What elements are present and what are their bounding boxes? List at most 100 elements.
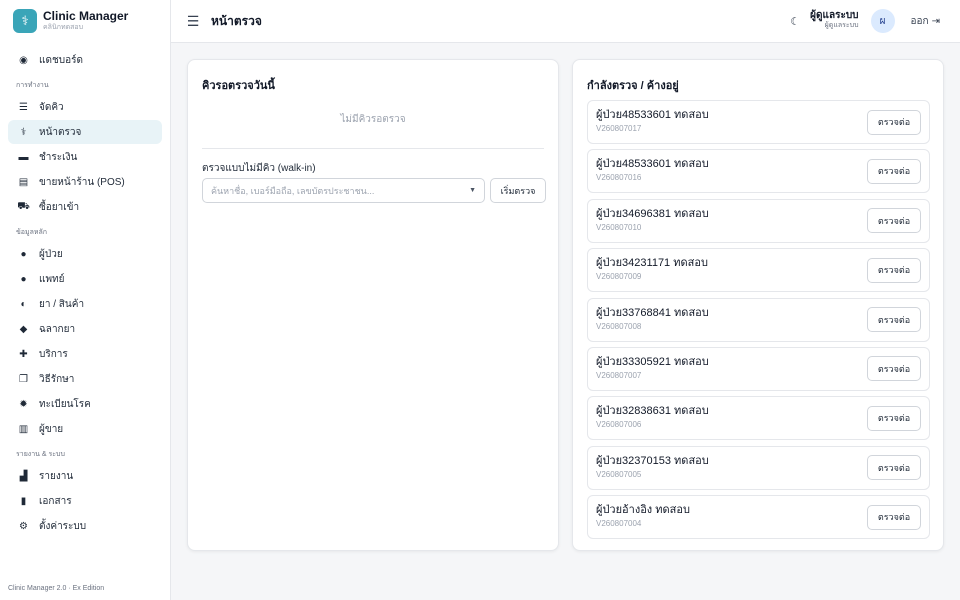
nav-section-master: ข้อมูลหลัก [16,229,48,236]
in-progress-title: กำลังตรวจ / ค้างอยู่ [587,80,679,92]
continue-exam-button[interactable]: ตรวจต่อ [867,109,921,135]
cash-register-icon: ▤ [18,176,29,188]
list-item: ผู้ป่วย34696381 ทดสอบ V260807010 ตรวจต่อ [587,198,930,243]
visit-number: V260807009 [596,272,642,282]
waiting-queue-card: คิวรอตรวจวันนี้ ไม่มีคิวรอตรวจ ตรวจแบบไม… [187,59,559,551]
sidebar-item-reports[interactable]: ▟ รายงาน [8,464,162,488]
patient-name: ผู้ป่วย32838631 ทดสอบ [596,405,709,418]
continue-exam-button[interactable]: ตรวจต่อ [867,405,921,431]
version-label: Clinic Manager 2.0 · Ex Edition [8,585,105,592]
sidebar-item-diseases[interactable]: ✹ ทะเบียนโรค [8,392,162,416]
sidebar-item-vendors[interactable]: ▥ ผู้ขาย [8,417,162,441]
sidebar-item-services[interactable]: ✚ บริการ [8,342,162,366]
hamburger-menu-icon[interactable]: ☰ [185,13,201,30]
sidebar-item-label: ฉลากยา [39,323,76,335]
sidebar-item-examination[interactable]: ⚕ หน้าตรวจ [8,120,162,144]
sidebar-item-purchase[interactable]: ⛟ ซื้อยาเข้า [8,195,162,219]
list-item: ผู้ป่วยอ้างอิง ทดสอบ V260807004 ตรวจต่อ [587,495,930,540]
patient-name: ผู้ป่วย34231171 ทดสอบ [596,257,708,270]
sidebar-item-label: ผู้ขาย [39,423,64,435]
in-progress-card: กำลังตรวจ / ค้างอยู่ ผู้ป่วย48533601 ทดส… [572,59,944,551]
sidebar-item-label: บริการ [39,348,68,360]
doctor-icon: ● [20,273,27,285]
chart-icon: ▟ [19,470,28,482]
visit-number: V260807016 [596,173,642,183]
truck-icon: ⛟ [17,200,30,212]
sidebar-item-doctors[interactable]: ● แพทย์ [8,267,162,291]
sidebar: ⚕ Clinic Manager คลินิกทดสอบ ◉ แดชบอร์ด … [0,0,171,600]
building-icon: ▥ [18,423,29,435]
clinic-logo-icon: ⚕ [13,9,37,33]
sidebar-item-label: แพทย์ [39,273,65,285]
empty-queue-message: ไม่มีคิวรอตรวจ [340,114,406,125]
document-icon: ▮ [20,495,27,507]
sidebar-item-dashboard[interactable]: ◉ แดชบอร์ด [8,48,162,72]
patient-search-select[interactable]: ค้นหาชื่อ, เบอร์มือถือ, เลขบัตรประชาชน..… [202,178,485,203]
credit-card-icon: ▬ [18,151,29,163]
visit-number: V260807004 [596,519,642,529]
stethoscope-icon: ⚕ [20,126,27,138]
patient-name: ผู้ป่วย33305921 ทดสอบ [596,355,709,368]
nav-section-report: รายงาน & ระบบ [16,451,65,458]
page-title: หน้าตรวจ [211,13,262,28]
sidebar-item-label: ขายหน้าร้าน (POS) [39,176,125,188]
sidebar-item-label: จัดคิว [39,101,64,113]
continue-exam-button[interactable]: ตรวจต่อ [867,208,921,234]
continue-exam-button[interactable]: ตรวจต่อ [867,307,921,333]
sidebar-item-drugs[interactable]: ◐ ยา / สินค้า [8,292,162,316]
sidebar-item-label: ผู้ป่วย [39,248,63,260]
walkin-label: ตรวจแบบไม่มีคิว (walk-in) [202,163,316,174]
gear-icon: ⚙ [19,520,28,532]
patient-name: ผู้ป่วย34696381 ทดสอบ [596,207,709,220]
continue-exam-button[interactable]: ตรวจต่อ [867,257,921,283]
sidebar-item-treatments[interactable]: ❐ วิธีรักษา [8,367,162,391]
queue-card-title: คิวรอตรวจวันนี้ [202,80,275,92]
continue-exam-button[interactable]: ตรวจต่อ [867,356,921,382]
logout-button[interactable]: ออก ⇥ [911,14,940,29]
sidebar-nav: ◉ แดชบอร์ด การทำงาน ☰ จัดคิว ⚕ หน้าตรวจ … [0,42,170,538]
sidebar-item-patients[interactable]: ● ผู้ป่วย [8,242,162,266]
continue-exam-button[interactable]: ตรวจต่อ [867,158,921,184]
avatar[interactable]: ผ [870,9,895,33]
search-placeholder: ค้นหาชื่อ, เบอร์มือถือ, เลขบัตรประชาชน..… [211,185,375,196]
tag-icon: ◆ [19,323,28,335]
sidebar-item-documents[interactable]: ▮ เอกสาร [8,489,162,513]
user-name: ผู้ดูแลระบบ [810,10,859,21]
patient-name: ผู้ป่วย33768841 ทดสอบ [596,306,709,319]
start-exam-button[interactable]: เริ่มตรวจ [490,178,546,203]
visit-number: V260807017 [596,124,642,133]
in-progress-list: ผู้ป่วย48533601 ทดสอบ V260807017 ตรวจต่อ … [587,100,930,545]
continue-exam-button[interactable]: ตรวจต่อ [867,504,921,530]
sidebar-item-label: ยา / สินค้า [39,298,85,310]
patient-name: ผู้ป่วย32370153 ทดสอบ [596,454,709,467]
virus-icon: ✹ [19,398,28,410]
list-item: ผู้ป่วย48533601 ทดสอบ V260807016 ตรวจต่อ [587,149,930,194]
sidebar-item-queue[interactable]: ☰ จัดคิว [8,95,162,119]
list-item: ผู้ป่วย34231171 ทดสอบ V260807009 ตรวจต่อ [587,248,930,293]
layers-icon: ❐ [19,373,28,385]
top-header: ☰ หน้าตรวจ ☾ ผู้ดูแลระบบ ผู้ดูแลระบบ ผ อ… [171,0,960,43]
sidebar-item-labels[interactable]: ◆ ฉลากยา [8,317,162,341]
patient-name: ผู้ป่วยอ้างอิง ทดสอบ [596,504,690,517]
brand[interactable]: ⚕ Clinic Manager คลินิกทดสอบ [0,0,170,42]
patient-name: ผู้ป่วย48533601 ทดสอบ [596,158,709,171]
dark-mode-toggle-icon[interactable]: ☾ [790,15,800,28]
visit-number: V260807007 [596,370,642,380]
app-title: Clinic Manager [43,9,129,23]
user-role: ผู้ดูแลระบบ [824,22,859,29]
continue-exam-button[interactable]: ตรวจต่อ [867,455,921,481]
list-item: ผู้ป่วย32370153 ทดสอบ V260807005 ตรวจต่อ [587,445,930,490]
dashboard-icon: ◉ [19,54,28,66]
list-item: ผู้ป่วย33305921 ทดสอบ V260807007 ตรวจต่อ [587,346,930,391]
sidebar-item-settings[interactable]: ⚙ ตั้งค่าระบบ [8,514,162,538]
app-subtitle: คลินิกทดสอบ [43,24,84,31]
sidebar-item-pos[interactable]: ▤ ขายหน้าร้าน (POS) [8,170,162,194]
header-actions: ☾ ผู้ดูแลระบบ ผู้ดูแลระบบ ผ ออก ⇥ [790,9,960,33]
sidebar-item-label: ตั้งค่าระบบ [39,520,87,532]
sidebar-item-label: ทะเบียนโรค [39,398,91,410]
sidebar-item-payment[interactable]: ▬ ชำระเงิน [8,145,162,169]
chevron-down-icon: ▼ [469,187,476,194]
divider [202,148,544,149]
sidebar-item-label: แดชบอร์ด [39,54,83,66]
patient-name: ผู้ป่วย48533601 ทดสอบ [596,109,709,121]
